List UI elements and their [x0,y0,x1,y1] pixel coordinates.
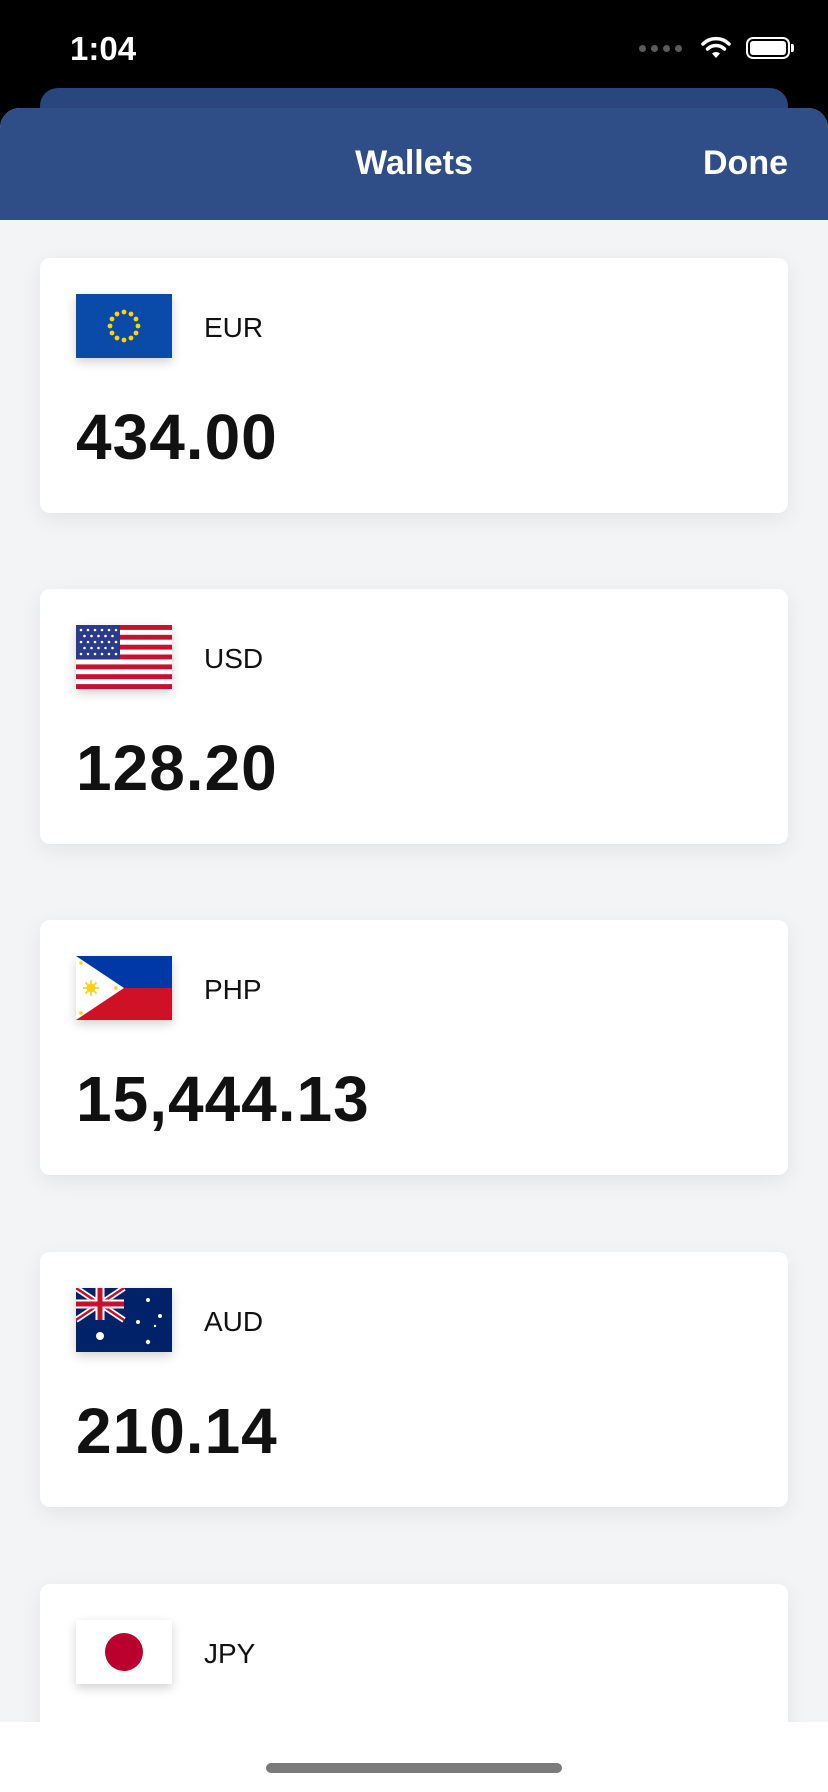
jp-flag-icon [76,1620,172,1684]
wallet-amount: 15,444.13 [76,1063,370,1135]
signal-icon [639,44,682,52]
done-button[interactable]: Done [703,144,788,183]
home-indicator[interactable] [266,1763,562,1773]
status-icons [639,36,794,60]
battery-icon [746,37,794,59]
us-flag-icon [76,625,172,689]
currency-code: USD [204,643,264,674]
status-time: 1:04 [70,30,137,67]
wallet-amount: 210.14 [76,1395,278,1467]
currency-code: AUD [204,1306,264,1337]
currency-code: JPY [204,1638,256,1669]
currency-code: PHP [204,974,262,1005]
wallet-card-usd[interactable]: USD 128.20 [40,589,788,844]
home-indicator-area [0,1722,828,1792]
currency-code: EUR [204,312,264,343]
wifi-icon [701,36,731,58]
eu-flag-icon [76,294,172,358]
wallet-amount: 434.00 [76,401,278,473]
wallet-card-php[interactable]: PHP 15,444.13 [40,920,788,1175]
ph-flag-icon [76,956,172,1020]
wallet-card-eur[interactable]: EUR 434.00 [40,258,788,513]
au-flag-icon [76,1288,172,1352]
wallet-amount: 128.20 [76,732,278,804]
wallet-card-aud[interactable]: AUD 210.14 [40,1252,788,1507]
status-bar: 1:04 [0,0,828,100]
nav-bar: Wallets Done [0,108,828,220]
wallets-sheet: Wallets Done EUR 434.00 USD 128.20 PHP 1… [0,108,828,1792]
